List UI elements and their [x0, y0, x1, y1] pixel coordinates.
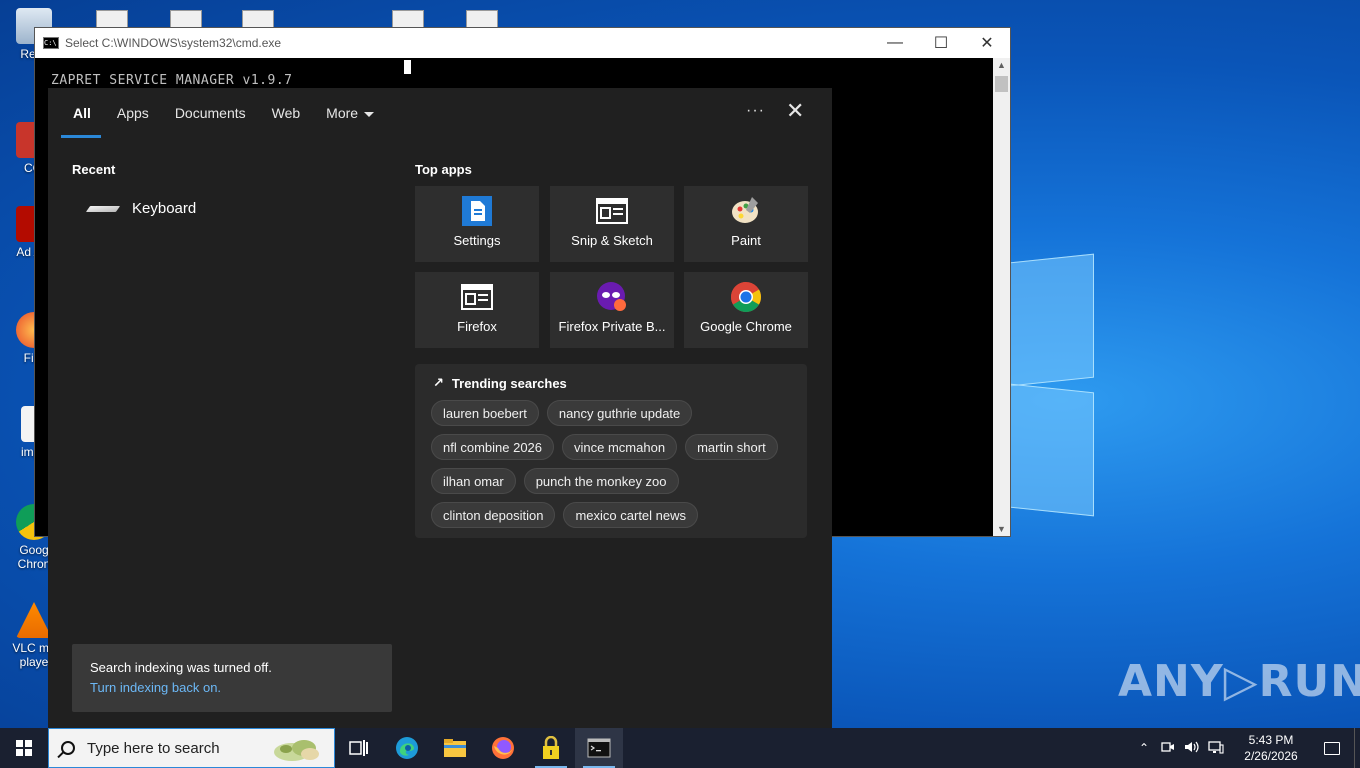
- app-label: Firefox Private B...: [558, 319, 666, 334]
- keyboard-icon: [85, 205, 121, 212]
- app-label: Settings: [453, 233, 501, 248]
- clock-time: 5:43 PM: [1248, 733, 1294, 747]
- chip-row: clinton deposition mexico cartel news: [431, 502, 799, 536]
- turn-indexing-on-link[interactable]: Turn indexing back on.: [90, 680, 221, 695]
- tab-all[interactable]: All: [60, 88, 104, 138]
- maximize-button[interactable]: ☐: [918, 28, 964, 58]
- recent-item-label: Keyboard: [132, 200, 197, 217]
- trending-chip[interactable]: nancy guthrie update: [546, 400, 693, 426]
- firefox-private-icon: [596, 281, 628, 313]
- firefox-icon: [492, 737, 514, 759]
- task-view-icon: [349, 740, 368, 756]
- top-app-google-chrome[interactable]: Google Chrome: [684, 272, 808, 348]
- volume-icon[interactable]: [1180, 740, 1204, 757]
- trending-chip[interactable]: clinton deposition: [431, 502, 556, 528]
- meet-now-icon[interactable]: [1156, 741, 1180, 756]
- search-highlight-icon: [270, 734, 326, 764]
- trending-chip[interactable]: ilhan omar: [431, 468, 516, 494]
- snip-sketch-icon: [596, 195, 628, 227]
- anyrun-watermark: ANY▷RUN: [1118, 656, 1360, 707]
- tab-documents[interactable]: Documents: [162, 88, 259, 138]
- trending-chip[interactable]: nfl combine 2026: [431, 434, 555, 460]
- more-options-button[interactable]: ···: [746, 102, 765, 120]
- console-cursor: [404, 60, 411, 74]
- cmd-title: Select C:\WINDOWS\system32\cmd.exe: [65, 36, 282, 50]
- indexing-notice-text: Search indexing was turned off.: [90, 660, 272, 675]
- trending-searches: ↗ Trending searches lauren boebert nancy…: [415, 364, 807, 538]
- top-app-paint[interactable]: Paint: [684, 186, 808, 262]
- scroll-thumb[interactable]: [995, 76, 1008, 92]
- console-text: ZAPRET SERVICE MANAGER v1.9.7: [51, 73, 293, 88]
- action-center-button[interactable]: [1310, 728, 1354, 768]
- cmd-titlebar[interactable]: C:\ Select C:\WINDOWS\system32\cmd.exe —…: [35, 28, 1010, 58]
- app-label: Google Chrome: [700, 319, 792, 334]
- top-app-snip-sketch[interactable]: Snip & Sketch: [550, 186, 674, 262]
- scroll-up-icon[interactable]: ▲: [993, 60, 1010, 70]
- trending-icon: ↗: [433, 375, 444, 390]
- chrome-icon: [730, 281, 762, 313]
- settings-icon: [461, 195, 493, 227]
- cmd-icon: C:\: [43, 37, 59, 49]
- cmd-scrollbar[interactable]: ▲ ▼: [993, 58, 1010, 536]
- search-input[interactable]: [87, 739, 257, 757]
- edge-icon: [396, 737, 418, 759]
- cmd-icon: [587, 738, 611, 758]
- lock-app-button[interactable]: [527, 728, 575, 768]
- minimize-button[interactable]: —: [872, 28, 918, 58]
- trending-chip[interactable]: mexico cartel news: [563, 502, 699, 528]
- show-desktop-button[interactable]: [1354, 728, 1360, 768]
- file-explorer-button[interactable]: [431, 728, 479, 768]
- network-icon[interactable]: [1204, 740, 1228, 757]
- search-icon: [61, 741, 75, 755]
- trending-chip[interactable]: vince mcmahon: [562, 434, 678, 460]
- recent-heading: Recent: [72, 162, 116, 177]
- chip-row: ilhan omar punch the monkey zoo: [431, 468, 799, 502]
- wallpaper-logo-pane: [1010, 253, 1094, 387]
- chevron-up-icon[interactable]: ⌃: [1132, 741, 1156, 755]
- chip-row: nfl combine 2026 vince mcmahon martin sh…: [431, 434, 799, 468]
- firefox-button[interactable]: [479, 728, 527, 768]
- notification-icon: [1324, 741, 1340, 755]
- edge-button[interactable]: [383, 728, 431, 768]
- trending-chip[interactable]: martin short: [685, 434, 778, 460]
- tab-more[interactable]: More: [313, 88, 387, 138]
- clock-date: 2/26/2026: [1244, 749, 1298, 763]
- taskbar-search-box[interactable]: [48, 728, 335, 768]
- top-apps-heading: Top apps: [415, 162, 472, 177]
- top-app-settings[interactable]: Settings: [415, 186, 539, 262]
- indexing-notice: Search indexing was turned off. Turn ind…: [72, 644, 392, 712]
- app-label: Firefox: [457, 319, 497, 334]
- cmd-taskbar-button[interactable]: [575, 728, 623, 768]
- system-tray: ⌃ 5:43 PM 2/26/2026: [1132, 728, 1360, 768]
- recent-item[interactable]: Keyboard: [85, 200, 197, 217]
- top-app-firefox-private[interactable]: Firefox Private B...: [550, 272, 674, 348]
- app-label: Paint: [731, 233, 761, 248]
- start-button[interactable]: [0, 728, 48, 768]
- wallpaper-logo-pane: [1010, 383, 1094, 517]
- windows-icon: [16, 740, 32, 756]
- chip-row: lauren boebert nancy guthrie update: [431, 400, 799, 434]
- paint-icon: [730, 195, 762, 227]
- tab-web[interactable]: Web: [259, 88, 314, 138]
- vlc-icon: [16, 602, 52, 638]
- search-panel: All Apps Documents Web More ··· ✕ Recent…: [48, 88, 832, 728]
- trending-chips: lauren boebert nancy guthrie update nfl …: [431, 400, 799, 536]
- scroll-down-icon[interactable]: ▼: [993, 524, 1010, 534]
- app-label: Snip & Sketch: [571, 233, 653, 248]
- clock[interactable]: 5:43 PM 2/26/2026: [1232, 732, 1310, 764]
- top-app-firefox[interactable]: Firefox: [415, 272, 539, 348]
- file-explorer-icon: [444, 739, 466, 757]
- close-button[interactable]: ✕: [964, 28, 1010, 58]
- chevron-down-icon: [364, 111, 375, 117]
- task-view-button[interactable]: [335, 728, 383, 768]
- tab-apps[interactable]: Apps: [104, 88, 162, 138]
- firefox-window-icon: [461, 281, 493, 313]
- trending-chip[interactable]: lauren boebert: [431, 400, 539, 426]
- trending-heading: ↗ Trending searches: [433, 375, 567, 391]
- lock-app-icon: [543, 736, 559, 759]
- trending-chip[interactable]: punch the monkey zoo: [523, 468, 679, 494]
- taskbar: ⌃ 5:43 PM 2/26/2026: [0, 728, 1360, 768]
- search-tabs: All Apps Documents Web More: [60, 88, 387, 138]
- close-search-button[interactable]: ✕: [786, 100, 804, 122]
